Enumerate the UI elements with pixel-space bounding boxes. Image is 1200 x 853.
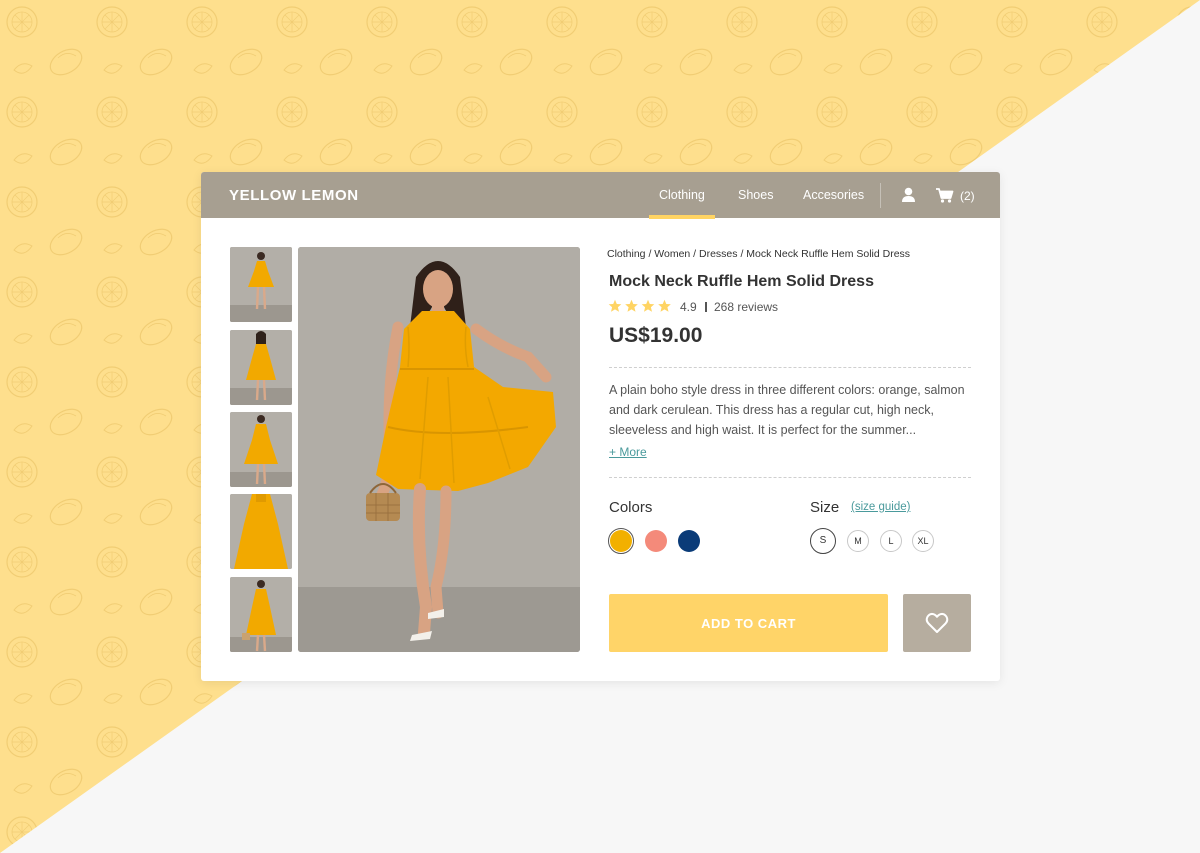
dress-photo-thumbnail <box>230 330 292 405</box>
reviews-link[interactable]: 268 reviews <box>714 300 778 314</box>
more-link[interactable]: + More <box>609 445 647 459</box>
nav-item-shoes[interactable]: Shoes <box>738 188 773 202</box>
thumbnail-1[interactable] <box>230 247 292 322</box>
dress-photo-thumbnail <box>230 494 292 569</box>
size-guide-link[interactable]: (size guide) <box>851 501 910 513</box>
rating-divider <box>705 302 707 312</box>
size-option-xl[interactable]: XL <box>912 530 934 552</box>
star-icon <box>658 299 671 312</box>
heart-icon <box>925 612 949 633</box>
size-option-s[interactable]: S <box>810 528 836 554</box>
size-option-l[interactable]: L <box>880 530 902 552</box>
colors-label: Colors <box>609 499 653 516</box>
star-icon <box>608 299 622 312</box>
size-option-m[interactable]: M <box>847 530 869 552</box>
divider <box>609 367 971 368</box>
size-label: Size <box>810 499 840 516</box>
color-swatch-orange[interactable] <box>610 530 632 552</box>
dress-photo-thumbnail <box>230 577 292 652</box>
dress-photo-thumbnail <box>230 247 292 322</box>
color-swatch-dark-cerulean[interactable] <box>678 530 700 552</box>
add-to-cart-button[interactable]: ADD TO CART <box>609 594 888 652</box>
brand-logo[interactable]: YELLOW LEMON <box>229 187 359 204</box>
star-icon <box>625 299 638 312</box>
breadcrumb[interactable]: Clothing / Women / Dresses / Mock Neck R… <box>607 248 910 260</box>
dress-photo <box>298 247 580 652</box>
top-navigation-bar: YELLOW LEMON Clothing Shoes Accesories (… <box>201 172 1000 219</box>
color-swatch-salmon[interactable] <box>645 530 667 552</box>
cart-icon[interactable] <box>936 188 954 203</box>
thumbnail-2[interactable] <box>230 330 292 405</box>
product-title: Mock Neck Ruffle Hem Solid Dress <box>609 273 874 290</box>
rating-stars <box>608 299 671 312</box>
thumbnail-4[interactable] <box>230 494 292 569</box>
dress-photo-thumbnail <box>230 412 292 487</box>
product-card: YELLOW LEMON Clothing Shoes Accesories (… <box>201 172 1000 681</box>
user-icon[interactable] <box>901 187 916 203</box>
thumbnail-5[interactable] <box>230 577 292 652</box>
main-product-photo <box>298 247 580 652</box>
nav-item-accesories[interactable]: Accesories <box>803 188 864 202</box>
star-icon <box>641 299 655 312</box>
nav-item-clothing[interactable]: Clothing <box>649 188 715 219</box>
cart-count[interactable]: (2) <box>960 189 975 203</box>
product-price: US$19.00 <box>609 324 703 347</box>
rating-value: 4.9 <box>680 300 697 314</box>
thumbnail-3[interactable] <box>230 412 292 487</box>
nav-divider <box>880 183 881 208</box>
product-description: A plain boho style dress in three differ… <box>609 383 965 437</box>
divider <box>609 477 971 478</box>
wishlist-button[interactable] <box>903 594 971 652</box>
